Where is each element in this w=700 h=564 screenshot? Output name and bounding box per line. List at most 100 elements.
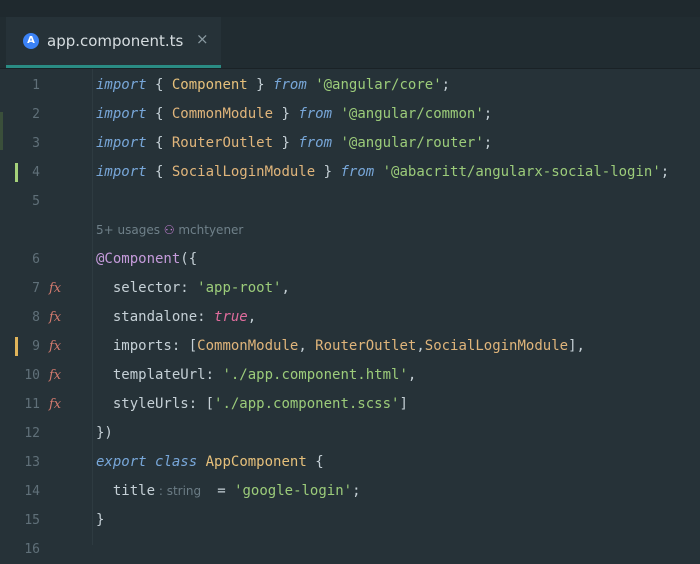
token-prop: title [96, 483, 156, 499]
token-plain: } [273, 135, 299, 151]
usages-count[interactable]: 5+ usages [96, 223, 160, 237]
token-plain: ; [441, 77, 451, 93]
token-cls2: CommonModule [197, 338, 299, 354]
code-line[interactable]: 10 fx templateUrl: './app.component.html'… [0, 361, 700, 390]
code-line[interactable]: 4 import { SocialLoginModule } from '@aba… [0, 158, 700, 187]
code-text: import { SocialLoginModule } from '@abac… [96, 158, 669, 187]
token-prop: selector [96, 280, 181, 296]
token-plain: } [315, 164, 341, 180]
code-line[interactable]: 9 fx imports: [CommonModule, RouterOutlet… [0, 332, 700, 361]
line-number: 9 [32, 339, 40, 354]
token-prop: styleUrls [96, 396, 189, 412]
vcs-change-marker[interactable] [15, 163, 18, 182]
line-number: 7 [32, 281, 40, 296]
line-number: 3 [32, 136, 40, 151]
code-text: styleUrls: ['./app.component.scss'] [96, 390, 408, 419]
token-plain: : [ [188, 396, 215, 412]
function-gutter-icon[interactable]: fx [49, 303, 61, 332]
code-text: import { RouterOutlet } from '@angular/r… [96, 129, 492, 158]
function-gutter-icon[interactable]: fx [49, 361, 61, 390]
function-gutter-icon[interactable]: fx [49, 332, 61, 361]
token-kw: class [155, 454, 198, 470]
line-number: 1 [32, 78, 40, 93]
tab-app-component[interactable]: A app.component.ts × [6, 17, 221, 68]
token-str: '@abacritt/angularx-social-login' [382, 164, 661, 180]
token-plain: : [205, 367, 223, 383]
token-prop: imports [96, 338, 172, 354]
vcs-change-marker[interactable] [15, 337, 18, 356]
token-str: '@angular/common' [340, 106, 484, 122]
code-line[interactable]: 6 @Component({ [0, 245, 700, 274]
token-plain: ({ [180, 251, 198, 267]
token-plain: , [416, 338, 425, 354]
code-line[interactable]: 7 fx selector: 'app-root', [0, 274, 700, 303]
angular-icon: A [23, 33, 39, 49]
code-text: @Component({ [96, 245, 197, 274]
token-plain: ; [483, 106, 493, 122]
token-plain: : [197, 309, 215, 325]
code-line[interactable]: 15} [0, 506, 700, 535]
line-number: 4 [32, 165, 40, 180]
code-line[interactable]: 14 title : string = 'google-login'; [0, 477, 700, 506]
code-line[interactable]: 16 [0, 535, 700, 564]
token-plain: , [281, 280, 290, 296]
token-cls: AppComponent [205, 454, 307, 470]
code-text: templateUrl: './app.component.html', [96, 361, 416, 390]
token-deco: @Component [96, 251, 181, 267]
token-plain: ] [399, 396, 408, 412]
token-kw: from [298, 135, 333, 151]
token-plain: { [146, 164, 172, 180]
token-str: 'google-login' [234, 483, 353, 499]
code-text: title : string = 'google-login'; [96, 477, 361, 506]
line-number: 5 [32, 194, 40, 209]
tab-label: app.component.ts [47, 32, 184, 50]
token-str: './app.component.scss' [214, 396, 400, 412]
code-line[interactable]: 1 import { Component } from '@angular/cor… [0, 71, 700, 100]
author-name[interactable]: mchtyener [178, 223, 243, 237]
token-hint: : string [155, 484, 209, 498]
token-prop: standalone [96, 309, 198, 325]
token-plain: }) [96, 425, 113, 441]
token-plain: } [96, 512, 105, 528]
code-line[interactable]: 3 import { RouterOutlet } from '@angular/… [0, 129, 700, 158]
line-number: 11 [24, 397, 40, 412]
code-text: } [96, 506, 104, 535]
token-plain: , [247, 309, 257, 325]
line-number: 2 [32, 107, 40, 122]
line-number: 10 [24, 368, 40, 383]
usages-hint[interactable]: 5+ usages ⚇ mchtyener [96, 216, 243, 245]
line-number: 6 [32, 252, 40, 267]
code-line[interactable]: 5 [0, 187, 700, 216]
token-plain: { [306, 454, 324, 470]
code-text: import { CommonModule } from '@angular/c… [96, 100, 492, 129]
token-plain: = [208, 483, 235, 499]
token-cls: Component [171, 77, 248, 93]
code-line[interactable]: 2 import { CommonModule } from '@angular/… [0, 100, 700, 129]
token-plain: } [273, 106, 299, 122]
token-plain: { [146, 135, 172, 151]
function-gutter-icon[interactable]: fx [49, 274, 61, 303]
function-gutter-icon[interactable]: fx [49, 390, 61, 419]
people-icon: ⚇ [159, 223, 179, 237]
token-prop: templateUrl [96, 367, 206, 383]
token-str: 'app-root' [197, 280, 282, 296]
token-cls2: RouterOutlet [171, 135, 274, 151]
code-line[interactable]: 11 fx styleUrls: ['./app.component.scss'] [0, 390, 700, 419]
token-str: '@angular/core' [315, 77, 442, 93]
code-line[interactable]: 8 fx standalone: true, [0, 303, 700, 332]
inlay-hint-row[interactable]: 5+ usages ⚇ mchtyener [0, 216, 700, 245]
token-kw: import [96, 77, 147, 93]
token-bool: true [214, 309, 248, 325]
window-top-strip [0, 0, 700, 17]
token-cls2: SocialLoginModule [424, 338, 569, 354]
code-line[interactable]: 13 export class AppComponent { [0, 448, 700, 477]
token-kw: from [340, 164, 375, 180]
line-number: 16 [24, 542, 40, 557]
code-line[interactable]: 12}) [0, 419, 700, 448]
close-icon[interactable]: × [196, 30, 209, 48]
line-number: 8 [32, 310, 40, 325]
